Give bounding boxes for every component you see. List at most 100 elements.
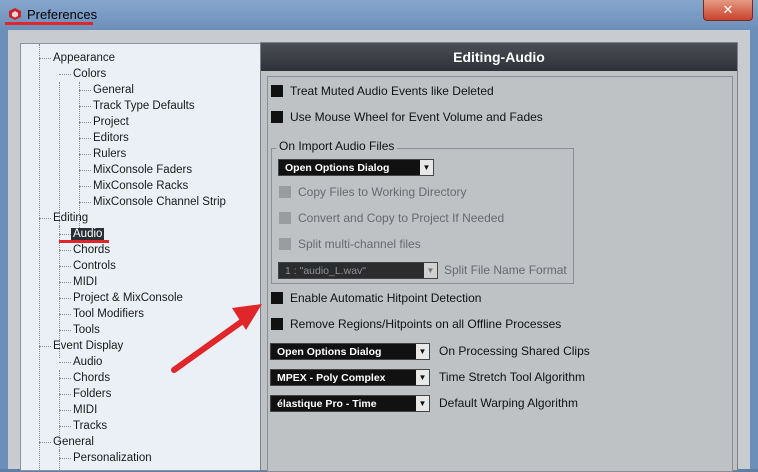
tree-item-folders[interactable]: Folders [71, 386, 113, 402]
tree-item-tool-modifiers[interactable]: Tool Modifiers [71, 306, 146, 322]
mouse-wheel-label: Use Mouse Wheel for Event Volume and Fad… [290, 110, 543, 124]
chevron-down-icon: ▼ [416, 396, 429, 411]
tree-connector [59, 394, 71, 395]
tree-connector [59, 362, 71, 363]
processing-shared-label: On Processing Shared Clips [439, 344, 590, 358]
title-annotation-underline [5, 22, 93, 25]
split-format-value: 1 : "audio_L.wav" [285, 265, 367, 277]
tree-connector [39, 218, 51, 219]
tree-item-rulers[interactable]: Rulers [91, 146, 128, 162]
window-frame-right [750, 30, 758, 469]
preferences-tree[interactable]: Appearance Colors General Track Type Def… [20, 43, 263, 471]
tree-connector [39, 44, 40, 470]
tree-item-mixconsole-racks[interactable]: MixConsole Racks [91, 178, 190, 194]
import-options-dropdown[interactable]: Open Options Dialog ▼ [278, 159, 434, 176]
tree-item-controls[interactable]: Controls [71, 258, 118, 274]
tree-connector [59, 314, 71, 315]
chevron-down-icon: ▼ [416, 370, 429, 385]
window-frame-left [0, 30, 8, 469]
tree-connector [59, 450, 60, 470]
split-format-label: Split File Name Format [444, 263, 567, 277]
copy-files-label: Copy Files to Working Directory [298, 185, 467, 199]
tree-item-general-root[interactable]: General [51, 434, 96, 450]
warping-dropdown[interactable]: élastique Pro - Time ▼ [270, 395, 430, 412]
split-multichannel-checkbox[interactable] [279, 238, 291, 250]
tree-connector [59, 458, 71, 459]
title-bar: Preferences ✕ [0, 0, 758, 30]
chevron-down-icon: ▼ [416, 344, 429, 359]
tree-item-editing-chords[interactable]: Chords [71, 242, 112, 258]
tree-connector [59, 282, 71, 283]
time-stretch-value: MPEX - Poly Complex [277, 372, 386, 384]
tree-connector [79, 170, 91, 171]
tree-item-event-audio[interactable]: Audio [71, 354, 104, 370]
convert-copy-label: Convert and Copy to Project If Needed [298, 211, 505, 225]
tree-connector [79, 138, 91, 139]
tree-item-project[interactable]: Project [91, 114, 131, 130]
tree-connector [59, 234, 71, 235]
tree-item-editing-midi[interactable]: MIDI [71, 274, 99, 290]
tree-connector [59, 410, 71, 411]
time-stretch-dropdown[interactable]: MPEX - Poly Complex ▼ [270, 369, 430, 386]
warping-label: Default Warping Algorithm [439, 396, 578, 410]
tree-connector [39, 58, 51, 59]
remove-regions-label: Remove Regions/Hitpoints on all Offline … [290, 317, 562, 331]
tree-item-event-midi[interactable]: MIDI [71, 402, 99, 418]
close-icon: ✕ [722, 2, 734, 17]
treat-muted-label: Treat Muted Audio Events like Deleted [290, 84, 494, 98]
processing-shared-dropdown[interactable]: Open Options Dialog ▼ [270, 343, 430, 360]
tree-item-track-type-defaults[interactable]: Track Type Defaults [91, 98, 197, 114]
tree-item-general[interactable]: General [91, 82, 136, 98]
convert-copy-checkbox[interactable] [279, 212, 291, 224]
close-button[interactable]: ✕ [703, 0, 753, 21]
copy-files-checkbox[interactable] [279, 186, 291, 198]
tree-connector [79, 154, 91, 155]
tree-connector [39, 442, 51, 443]
remove-regions-checkbox[interactable] [271, 318, 283, 330]
tree-connector [79, 186, 91, 187]
tree-item-project-mixconsole[interactable]: Project & MixConsole [71, 290, 185, 306]
tree-connector [79, 82, 80, 228]
tree-connector [59, 426, 71, 427]
tree-connector [39, 346, 51, 347]
tree-connector [59, 298, 71, 299]
tree-connector [59, 74, 71, 75]
tree-connector [59, 378, 71, 379]
enable-hitpoint-label: Enable Automatic Hitpoint Detection [290, 291, 482, 305]
tree-item-event-chords[interactable]: Chords [71, 370, 112, 386]
tree-connector [79, 90, 91, 91]
tree-connector [59, 250, 71, 251]
tree-item-tools[interactable]: Tools [71, 322, 102, 338]
tree-connector [79, 122, 91, 123]
window-title: Preferences [27, 7, 98, 22]
import-options-value: Open Options Dialog [285, 162, 390, 174]
tree-connector [59, 82, 60, 228]
chevron-down-icon: ▼ [420, 160, 433, 175]
tree-item-colors[interactable]: Colors [71, 66, 108, 82]
tree-item-event-display[interactable]: Event Display [51, 338, 125, 354]
tree-connector [59, 266, 71, 267]
panel-title: Editing-Audio [261, 43, 737, 71]
split-format-dropdown[interactable]: 1 : "audio_L.wav" ▼ [278, 262, 438, 279]
tree-item-tracks[interactable]: Tracks [71, 418, 109, 434]
tree-connector [79, 202, 91, 203]
time-stretch-label: Time Stretch Tool Algorithm [439, 370, 586, 384]
processing-shared-value: Open Options Dialog [277, 346, 382, 358]
tree-item-appearance[interactable]: Appearance [51, 50, 117, 66]
chevron-down-icon: ▼ [424, 263, 437, 278]
tree-item-editors[interactable]: Editors [91, 130, 131, 146]
mouse-wheel-checkbox[interactable] [271, 111, 283, 123]
treat-muted-checkbox[interactable] [271, 85, 283, 97]
split-multichannel-label: Split multi-channel files [298, 237, 421, 251]
tree-item-mixconsole-channel-strip[interactable]: MixConsole Channel Strip [91, 194, 228, 210]
tree-item-personalization[interactable]: Personalization [71, 450, 154, 466]
tree-item-mixconsole-faders[interactable]: MixConsole Faders [91, 162, 194, 178]
tree-item-editing[interactable]: Editing [51, 210, 90, 226]
cubase-logo-icon [9, 8, 21, 20]
import-group-title: On Import Audio Files [276, 139, 398, 153]
tree-connector [59, 330, 71, 331]
selection-annotation-underline [59, 240, 109, 243]
warping-value: élastique Pro - Time [277, 398, 377, 410]
tree-connector [79, 106, 91, 107]
enable-hitpoint-checkbox[interactable] [271, 292, 283, 304]
